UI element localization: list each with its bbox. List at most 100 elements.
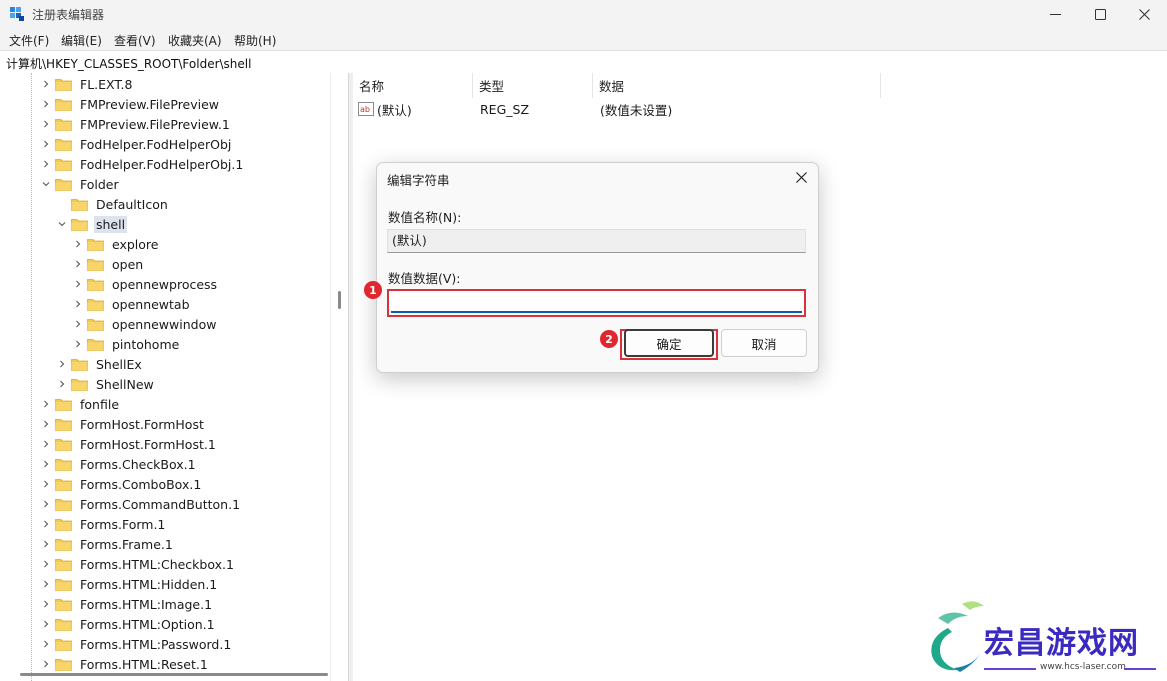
- tree-item[interactable]: Folder: [41, 174, 121, 194]
- chevron-right-icon[interactable]: [73, 279, 83, 289]
- chevron-right-icon[interactable]: [41, 119, 51, 129]
- menu-file[interactable]: 文件(F): [9, 32, 49, 49]
- tree-item-label: Forms.CommandButton.1: [80, 496, 241, 512]
- tree-vertical-scrollbar[interactable]: [330, 73, 348, 681]
- step-badge-2: 2: [600, 330, 618, 348]
- dialog-title: 编辑字符串: [387, 173, 450, 188]
- column-header-type[interactable]: 类型: [473, 73, 593, 98]
- minimize-button[interactable]: [1032, 0, 1078, 29]
- chevron-right-icon[interactable]: [41, 479, 51, 489]
- column-header-name[interactable]: 名称: [353, 73, 473, 98]
- tree-item[interactable]: FormHost.FormHost.1: [41, 434, 218, 454]
- tree-item[interactable]: Forms.HTML:Checkbox.1: [41, 554, 236, 574]
- value-row[interactable]: ab (默认): [358, 99, 412, 119]
- chevron-right-icon[interactable]: [41, 639, 51, 649]
- tree-item[interactable]: open: [73, 254, 145, 274]
- chevron-right-icon[interactable]: [41, 459, 51, 469]
- chevron-right-icon[interactable]: [41, 659, 51, 669]
- tree-item[interactable]: Forms.HTML:Image.1: [41, 594, 214, 614]
- chevron-right-icon[interactable]: [41, 139, 51, 149]
- tree-item[interactable]: Forms.HTML:Option.1: [41, 614, 217, 634]
- tree-item[interactable]: Forms.ComboBox.1: [41, 474, 203, 494]
- scrollbar-thumb[interactable]: [338, 291, 341, 309]
- tree-item[interactable]: Forms.HTML:Password.1: [41, 634, 233, 654]
- tree-item[interactable]: explore: [73, 234, 160, 254]
- tree-item[interactable]: Forms.HTML:Reset.1: [41, 654, 210, 674]
- tree-item-label: FodHelper.FodHelperObj.1: [80, 156, 244, 172]
- tree-item[interactable]: FMPreview.FilePreview.1: [41, 114, 232, 134]
- value-data-input[interactable]: [387, 289, 806, 317]
- tree-item[interactable]: Forms.CommandButton.1: [41, 494, 242, 514]
- chevron-right-icon[interactable]: [73, 239, 83, 249]
- chevron-right-icon[interactable]: [73, 339, 83, 349]
- tree-item-label: Forms.HTML:Image.1: [80, 596, 213, 612]
- chevron-right-icon[interactable]: [57, 379, 67, 389]
- chevron-right-icon[interactable]: [41, 499, 51, 509]
- tree-item[interactable]: opennewprocess: [73, 274, 219, 294]
- chevron-right-icon[interactable]: [41, 579, 51, 589]
- tree-item[interactable]: Forms.Frame.1: [41, 534, 175, 554]
- chevron-right-icon[interactable]: [73, 299, 83, 309]
- tree-item[interactable]: FodHelper.FodHelperObj.1: [41, 154, 245, 174]
- chevron-right-icon[interactable]: [41, 599, 51, 609]
- chevron-right-icon[interactable]: [41, 539, 51, 549]
- address-path[interactable]: 计算机\HKEY_CLASSES_ROOT\Folder\shell: [6, 55, 251, 72]
- maximize-icon: [1094, 9, 1106, 20]
- chevron-down-icon[interactable]: [41, 179, 51, 189]
- value-data-text[interactable]: [391, 293, 802, 313]
- tree-item[interactable]: Forms.Form.1: [41, 514, 167, 534]
- tree-item-label: opennewtab: [112, 296, 190, 312]
- menu-favorites[interactable]: 收藏夹(A): [168, 32, 222, 49]
- menu-help[interactable]: 帮助(H): [234, 32, 276, 49]
- tree-item[interactable]: pintohome: [73, 334, 181, 354]
- tree-item[interactable]: Forms.HTML:Hidden.1: [41, 574, 219, 594]
- chevron-right-icon[interactable]: [41, 79, 51, 89]
- tree-item-label: explore: [112, 236, 159, 252]
- tree-guide-line: [31, 73, 33, 681]
- value-type: REG_SZ: [480, 101, 530, 117]
- chevron-right-icon[interactable]: [41, 519, 51, 529]
- tree-item[interactable]: DefaultIcon: [57, 194, 170, 214]
- chevron-down-icon[interactable]: [57, 219, 67, 229]
- tree-item[interactable]: ShellEx: [57, 354, 144, 374]
- folder-icon: [55, 78, 72, 91]
- chevron-right-icon[interactable]: [41, 619, 51, 629]
- column-header-data[interactable]: 数据: [593, 73, 881, 98]
- menu-edit[interactable]: 编辑(E): [61, 32, 102, 49]
- chevron-right-icon[interactable]: [41, 419, 51, 429]
- tree-item-label: FormHost.FormHost: [80, 416, 204, 432]
- tree-item[interactable]: fonfile: [41, 394, 121, 414]
- chevron-right-icon[interactable]: [41, 559, 51, 569]
- tree-item[interactable]: FormHost.FormHost: [41, 414, 206, 434]
- tree-item-label: pintohome: [112, 336, 180, 352]
- tree-item-label: FormHost.FormHost.1: [80, 436, 216, 452]
- tree-item[interactable]: ShellNew: [57, 374, 156, 394]
- ok-button[interactable]: 确定: [624, 329, 714, 357]
- chevron-right-icon[interactable]: [41, 439, 51, 449]
- chevron-right-icon[interactable]: [73, 319, 83, 329]
- watermark-url: www.hcs-laser.com: [1040, 662, 1126, 672]
- menu-view[interactable]: 查看(V): [114, 32, 156, 49]
- tree-horizontal-scrollbar-thumb[interactable]: [20, 673, 328, 676]
- close-button[interactable]: [1121, 0, 1167, 29]
- address-bar[interactable]: 计算机\HKEY_CLASSES_ROOT\Folder\shell: [0, 50, 1167, 74]
- tree-item[interactable]: FL.EXT.8: [41, 74, 134, 94]
- close-icon: [1138, 9, 1150, 20]
- folder-icon: [55, 538, 72, 551]
- tree-item[interactable]: opennewwindow: [73, 314, 218, 334]
- tree-item[interactable]: FodHelper.FodHelperObj: [41, 134, 233, 154]
- chevron-right-icon[interactable]: [41, 99, 51, 109]
- tree-item[interactable]: Forms.CheckBox.1: [41, 454, 198, 474]
- tree-item[interactable]: opennewtab: [73, 294, 192, 314]
- maximize-button[interactable]: [1077, 0, 1123, 29]
- cancel-button[interactable]: 取消: [721, 329, 807, 357]
- chevron-right-icon[interactable]: [41, 399, 51, 409]
- tree-item[interactable]: shell: [57, 214, 128, 234]
- chevron-right-icon[interactable]: [73, 259, 83, 269]
- folder-icon: [87, 298, 104, 311]
- dialog-close-button[interactable]: [784, 163, 818, 191]
- tree-item[interactable]: FMPreview.FilePreview: [41, 94, 221, 114]
- chevron-right-icon[interactable]: [57, 359, 67, 369]
- chevron-right-icon[interactable]: [41, 159, 51, 169]
- key-tree[interactable]: FL.EXT.8 FMPreview.FilePreview FMPreview.F…: [0, 73, 348, 681]
